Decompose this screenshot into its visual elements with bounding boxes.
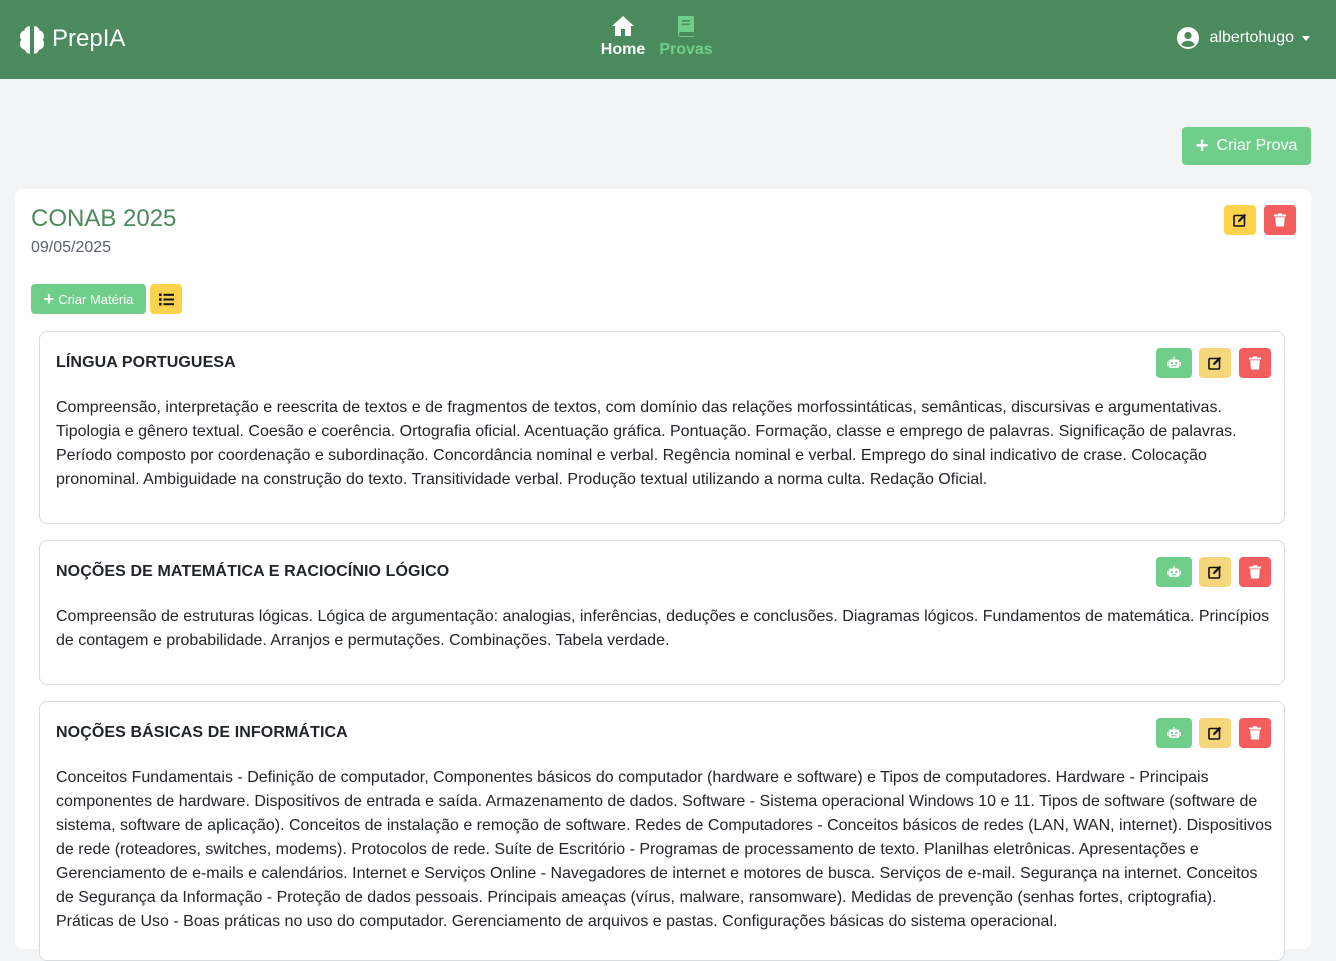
nav-provas-label: Provas <box>659 41 713 58</box>
trash-icon <box>1249 726 1261 740</box>
materia-description: Conceitos Fundamentais - Definição de co… <box>56 769 1272 930</box>
criar-prova-button[interactable]: + Criar Prova <box>1182 127 1311 165</box>
edit-prova-button[interactable] <box>1224 205 1256 235</box>
edit-materia-button[interactable] <box>1199 557 1231 587</box>
criar-materia-label: Criar Matéria <box>58 291 134 307</box>
ai-generate-button[interactable] <box>1156 348 1192 378</box>
brand[interactable]: PrepIA <box>18 22 125 56</box>
materia-card: LÍNGUA PORTUGUESA Compreensão, interpret… <box>39 331 1285 524</box>
nav-home[interactable]: Home <box>588 14 658 59</box>
list-materias-button[interactable] <box>150 284 182 314</box>
plus-icon: + <box>1195 133 1209 158</box>
edit-icon <box>1208 726 1222 740</box>
top-navbar: PrepIA Home Provas albertohugo <box>0 0 1336 79</box>
plus-icon: + <box>43 289 55 309</box>
trash-icon <box>1249 356 1261 370</box>
ai-generate-button[interactable] <box>1156 557 1192 587</box>
list-icon <box>158 293 174 305</box>
brand-name: PrepIA <box>52 25 126 52</box>
edit-materia-button[interactable] <box>1199 348 1231 378</box>
materia-title: NOÇÕES DE MATEMÁTICA E RACIOCÍNIO LÓGICO <box>56 563 450 580</box>
book-icon <box>678 16 694 37</box>
materia-description: Compreensão, interpretação e reescrita d… <box>56 399 1237 488</box>
trash-icon <box>1249 565 1261 579</box>
username: albertohugo <box>1209 29 1294 46</box>
criar-materia-button[interactable]: + Criar Matéria <box>31 284 146 314</box>
delete-materia-button[interactable] <box>1239 557 1271 587</box>
materia-title: LÍNGUA PORTUGUESA <box>56 354 236 371</box>
prova-card: CONAB 2025 09/05/2025 + Criar Matéria LÍ… <box>15 189 1311 961</box>
brain-icon <box>20 26 44 54</box>
materia-card: NOÇÕES BÁSICAS DE INFORMÁTICA Conceitos … <box>39 701 1285 961</box>
edit-materia-button[interactable] <box>1199 718 1231 748</box>
robot-icon <box>1167 356 1181 368</box>
edit-icon <box>1208 356 1222 370</box>
nav-provas[interactable]: Provas <box>651 14 721 59</box>
robot-icon <box>1167 726 1181 738</box>
user-menu[interactable]: albertohugo <box>1177 27 1310 49</box>
nav-home-label: Home <box>600 41 646 58</box>
robot-icon <box>1167 565 1181 577</box>
ai-generate-button[interactable] <box>1156 718 1192 748</box>
delete-prova-button[interactable] <box>1264 205 1296 235</box>
prova-date: 09/05/2025 <box>31 239 112 256</box>
delete-materia-button[interactable] <box>1239 718 1271 748</box>
edit-icon <box>1233 213 1247 227</box>
materia-title: NOÇÕES BÁSICAS DE INFORMÁTICA <box>56 724 348 741</box>
delete-materia-button[interactable] <box>1239 348 1271 378</box>
criar-prova-label: Criar Prova <box>1216 137 1298 154</box>
trash-icon <box>1274 213 1286 227</box>
materia-description: Compreensão de estruturas lógicas. Lógic… <box>56 608 1270 649</box>
home-icon <box>612 16 634 36</box>
prova-title: CONAB 2025 <box>31 205 177 232</box>
chevron-down-icon <box>1302 35 1310 41</box>
user-circle-icon <box>1177 27 1200 49</box>
materia-card: NOÇÕES DE MATEMÁTICA E RACIOCÍNIO LÓGICO <box>39 540 1285 685</box>
edit-icon <box>1208 565 1222 579</box>
